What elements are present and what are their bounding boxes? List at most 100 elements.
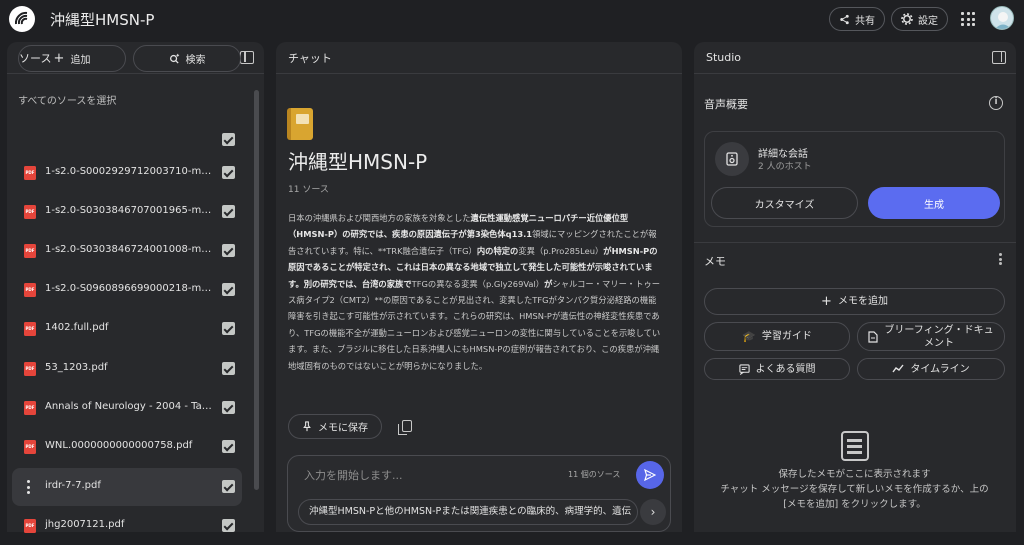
notebook-summary: 日本の沖縄県および関西地方の家族を対象とした遺伝性運動感覚ニューロパチー近位優位… bbox=[288, 210, 664, 374]
pdf-icon: PDF bbox=[24, 166, 36, 180]
source-row[interactable]: PDF Annals of Neurology - 2004 - Takashim… bbox=[12, 389, 242, 427]
add-source-button[interactable]: + 追加 bbox=[18, 45, 126, 72]
source-row[interactable]: PDF 53_1203.pdf bbox=[12, 350, 242, 388]
chat-input-source-count: 11 個のソース bbox=[568, 470, 621, 479]
pdf-icon: PDF bbox=[24, 519, 36, 533]
source-checkbox[interactable] bbox=[222, 205, 235, 218]
study-guide-button[interactable]: 🎓 学習ガイド bbox=[704, 322, 850, 351]
source-checkbox[interactable] bbox=[222, 166, 235, 179]
timeline-button[interactable]: タイムライン bbox=[857, 358, 1005, 380]
chat-input-box[interactable]: 入力を開始します... 11 個のソース 沖縄型HMSN-Pと他のHMSN-Pま… bbox=[287, 455, 671, 532]
info-icon[interactable]: i bbox=[989, 96, 1003, 110]
source-checkbox[interactable] bbox=[222, 244, 235, 257]
plus-icon: + bbox=[821, 294, 832, 309]
source-checkbox[interactable] bbox=[222, 519, 235, 532]
source-name: 53_1203.pdf bbox=[45, 362, 108, 373]
collapse-studio-icon[interactable] bbox=[992, 51, 1006, 64]
studio-title: Studio bbox=[706, 51, 742, 64]
send-button[interactable] bbox=[636, 461, 664, 489]
audio-overview-title: 音声概要 bbox=[704, 98, 748, 111]
summary-segment: TFGの異なる変異（p.Gly269Val） bbox=[411, 278, 545, 289]
pdf-icon: PDF bbox=[24, 244, 36, 258]
source-row[interactable]: PDF 1-s2.0-S0303846707001965-main.pdf bbox=[12, 193, 242, 231]
sources-scrollbar[interactable] bbox=[254, 90, 259, 490]
add-source-label: 追加 bbox=[70, 55, 91, 66]
copy-icon[interactable] bbox=[398, 420, 412, 435]
summary-segment: 内の特定の bbox=[476, 245, 519, 256]
avatar[interactable] bbox=[990, 6, 1014, 30]
settings-label: 設定 bbox=[918, 15, 938, 27]
source-name: WNL.0000000000000758.pdf bbox=[45, 440, 193, 451]
pdf-icon: PDF bbox=[24, 362, 36, 376]
discover-search-icon bbox=[169, 53, 179, 64]
briefing-doc-button[interactable]: ブリーフィング・ドキュ メント bbox=[857, 322, 1005, 351]
timeline-icon bbox=[892, 364, 904, 373]
save-to-memo-button[interactable]: メモに保存 bbox=[288, 414, 382, 439]
chat-title-label: チャット bbox=[288, 51, 332, 65]
empty-memo-line3: [メモを追加] をクリックします。 bbox=[783, 499, 926, 510]
apps-grid-icon[interactable] bbox=[961, 12, 975, 26]
share-label: 共有 bbox=[855, 15, 875, 27]
study-guide-label: 学習ガイド bbox=[761, 331, 812, 342]
empty-memo-line1: 保存したメモがここに表示されます bbox=[778, 469, 931, 480]
select-all-checkbox[interactable] bbox=[222, 133, 235, 146]
faq-icon bbox=[738, 363, 750, 375]
source-name: irdr-7-7.pdf bbox=[45, 480, 101, 491]
customize-button[interactable]: カスタマイズ bbox=[711, 187, 858, 219]
summary-segment: 変異（p.Pro285Leu） bbox=[518, 245, 604, 256]
memo-placeholder-icon bbox=[841, 431, 869, 461]
source-row[interactable]: PDF 1402.full.pdf bbox=[12, 310, 242, 348]
save-to-memo-label: メモに保存 bbox=[318, 423, 368, 434]
source-row[interactable]: irdr-7-7.pdf bbox=[12, 468, 242, 506]
briefing-doc-icon bbox=[868, 330, 878, 343]
source-name: 1-s2.0-S0002929712003710-main.pdf bbox=[45, 166, 215, 177]
add-memo-button[interactable]: + メモを追加 bbox=[704, 288, 1005, 315]
source-row[interactable]: PDF 1-s2.0-S0960896699000218-main.pdf bbox=[12, 271, 242, 309]
source-checkbox[interactable] bbox=[222, 322, 235, 335]
notebook-title[interactable]: 沖縄型HMSN-P bbox=[50, 9, 154, 30]
source-checkbox[interactable] bbox=[222, 362, 235, 375]
more-vert-icon[interactable] bbox=[26, 480, 30, 494]
briefing-label-line1: ブリーフィング・ドキュ bbox=[884, 324, 994, 336]
source-checkbox[interactable] bbox=[222, 480, 235, 493]
notebook-emoji-icon bbox=[287, 108, 313, 140]
audio-card-subtitle: 2 人のホスト bbox=[758, 162, 812, 172]
source-name: 1-s2.0-S0303846707001965-main.pdf bbox=[45, 205, 215, 216]
faq-button[interactable]: よくある質問 bbox=[704, 358, 850, 380]
memo-title: メモ bbox=[704, 255, 726, 268]
search-source-label: 検索 bbox=[185, 55, 206, 66]
source-checkbox[interactable] bbox=[222, 283, 235, 296]
gear-icon bbox=[901, 13, 913, 25]
source-checkbox[interactable] bbox=[222, 440, 235, 453]
source-row[interactable]: PDF jhg2007121.pdf bbox=[12, 507, 242, 545]
audio-file-icon bbox=[715, 142, 749, 176]
settings-button[interactable]: 設定 bbox=[891, 7, 948, 31]
briefing-label-line2: メント bbox=[923, 337, 954, 349]
pdf-icon: PDF bbox=[24, 283, 36, 297]
collapse-panel-icon[interactable] bbox=[240, 51, 254, 64]
share-icon bbox=[840, 14, 849, 24]
school-icon: 🎓 bbox=[742, 330, 756, 343]
source-checkbox[interactable] bbox=[222, 401, 235, 414]
summary-segment: 日本の沖縄県および関西地方の家族を対象とした bbox=[288, 213, 471, 223]
chat-header: チャット bbox=[276, 42, 682, 74]
audio-card-title: 詳細な会話 bbox=[758, 149, 808, 160]
search-source-button[interactable]: 検索 bbox=[133, 45, 241, 72]
audio-overview-card: 詳細な会話 2 人のホスト カスタマイズ 生成 bbox=[704, 131, 1005, 227]
share-button[interactable]: 共有 bbox=[829, 7, 885, 31]
source-row[interactable]: PDF WNL.0000000000000758.pdf bbox=[12, 428, 242, 466]
source-row[interactable]: PDF 1-s2.0-S0303846724001008-main.pdf bbox=[12, 232, 242, 270]
generate-button[interactable]: 生成 bbox=[868, 187, 1000, 219]
memo-more-icon[interactable] bbox=[999, 253, 1002, 265]
source-name: 1-s2.0-S0960896699000218-main.pdf bbox=[45, 283, 215, 294]
source-name: jhg2007121.pdf bbox=[45, 519, 125, 530]
source-name: 1402.full.pdf bbox=[45, 322, 109, 333]
timeline-label: タイムライン bbox=[910, 363, 970, 375]
chevron-right-icon[interactable]: › bbox=[640, 499, 666, 525]
chat-input-placeholder[interactable]: 入力を開始します... bbox=[304, 467, 403, 483]
briefing-doc-label: ブリーフィング・ドキュ メント bbox=[884, 324, 993, 350]
chat-notebook-title: 沖縄型HMSN-P bbox=[288, 150, 428, 174]
app-logo-icon[interactable] bbox=[9, 6, 35, 32]
source-row[interactable]: PDF 1-s2.0-S0002929712003710-main.pdf bbox=[12, 154, 242, 192]
suggested-question[interactable]: 沖縄型HMSN-Pと他のHMSN-Pまたは関連疾患との臨床的、病理学的、遺伝 bbox=[298, 499, 638, 525]
